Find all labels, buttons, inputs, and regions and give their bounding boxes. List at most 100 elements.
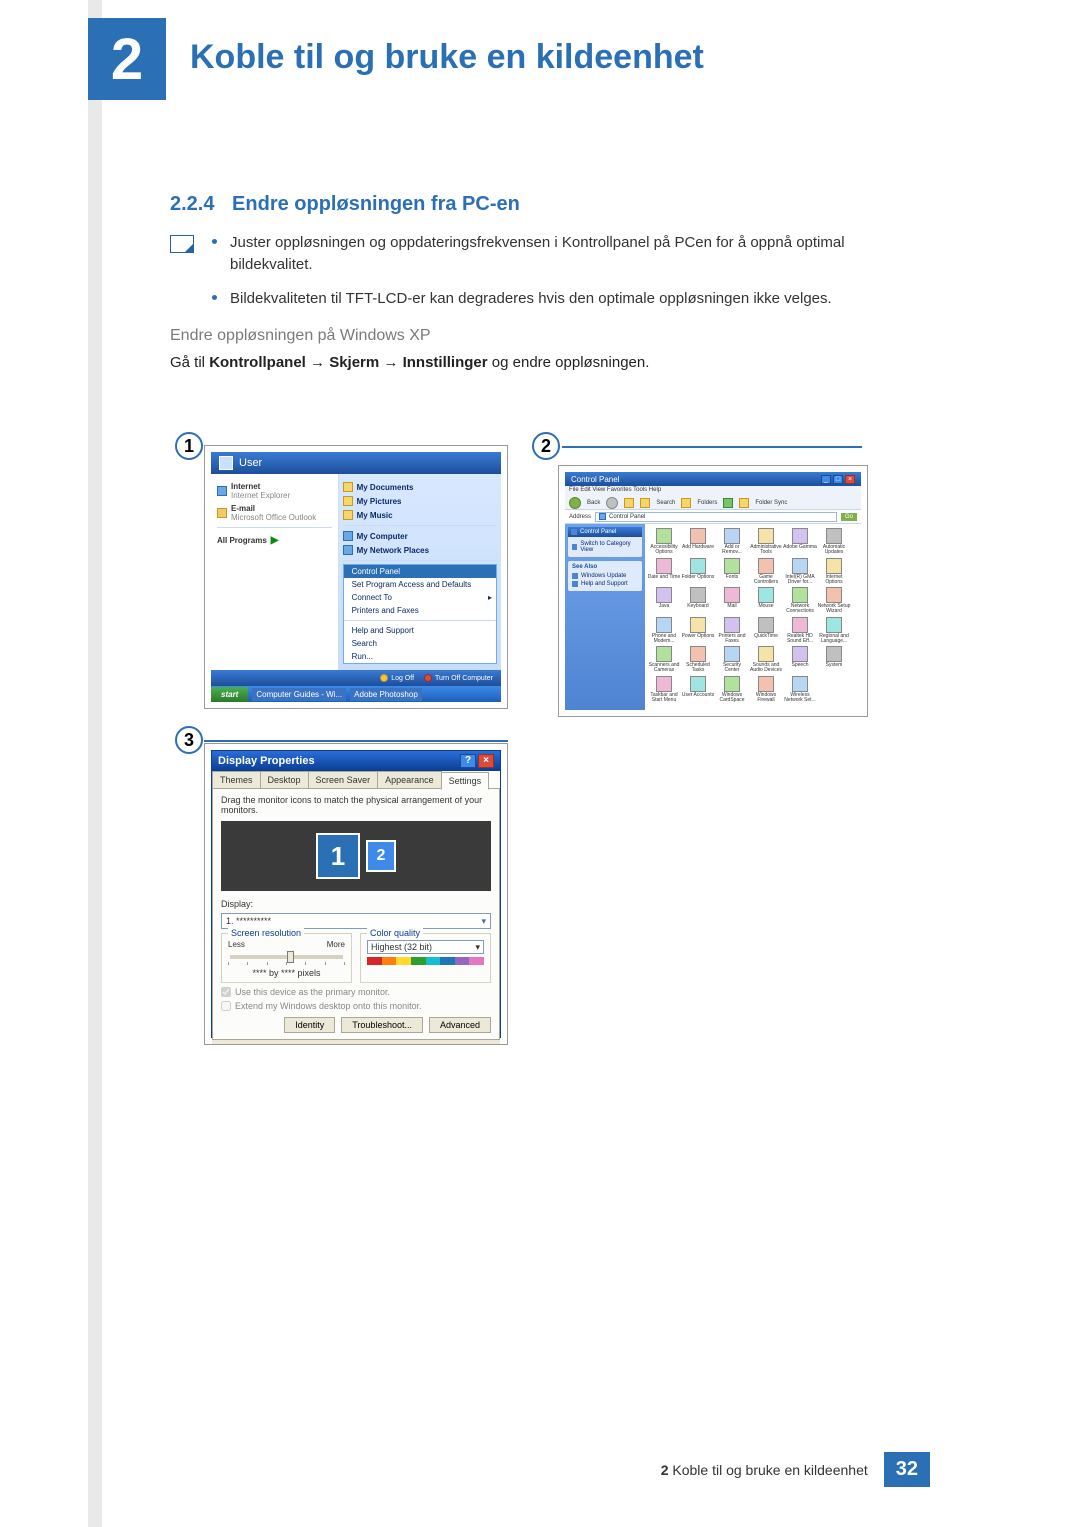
- startmenu-email[interactable]: E-mail Microsoft Office Outlook: [217, 502, 332, 524]
- controlpanel-item[interactable]: Windows Firewall: [749, 676, 783, 704]
- controlpanel-item[interactable]: Fonts: [715, 558, 749, 586]
- controlpanel-item[interactable]: Network Connections: [783, 587, 817, 615]
- turnoff-button[interactable]: Turn Off Computer: [424, 674, 493, 682]
- logoff-button[interactable]: Log Off: [380, 674, 414, 682]
- troubleshoot-button[interactable]: Troubleshoot...: [341, 1017, 423, 1033]
- submenu-search[interactable]: Search: [344, 637, 496, 650]
- submenu-help[interactable]: Help and Support: [344, 624, 496, 637]
- sync-icon[interactable]: [739, 498, 749, 508]
- address-field[interactable]: Control Panel: [595, 512, 837, 522]
- controlpanel-item[interactable]: Speech: [783, 646, 817, 674]
- views-icon[interactable]: [723, 498, 733, 508]
- my-pictures[interactable]: My Pictures: [343, 494, 497, 508]
- my-network-places[interactable]: My Network Places: [343, 543, 497, 557]
- controlpanel-item[interactable]: QuickTime: [749, 617, 783, 645]
- windows-update-link[interactable]: Windows Update: [572, 572, 638, 580]
- color-quality-select[interactable]: Highest (32 bit) ▾: [367, 940, 484, 954]
- controlpanel-item[interactable]: Add or Remov...: [715, 528, 749, 556]
- controlpanel-item[interactable]: Add Hardware: [681, 528, 715, 556]
- tab-appearance[interactable]: Appearance: [377, 771, 442, 789]
- my-music[interactable]: My Music: [343, 508, 497, 522]
- controlpanel-item[interactable]: Windows CardSpace: [715, 676, 749, 704]
- display-select[interactable]: 1. ********** ▾: [221, 913, 491, 929]
- applet-icon: [724, 558, 740, 574]
- all-programs[interactable]: All Programs ▶: [217, 531, 332, 548]
- my-computer[interactable]: My Computer: [343, 529, 497, 543]
- up-icon[interactable]: [624, 498, 634, 508]
- startmenu-internet[interactable]: Internet Internet Explorer: [217, 480, 332, 502]
- controlpanel-item[interactable]: Power Options: [681, 617, 715, 645]
- submenu-set-program[interactable]: Set Program Access and Defaults: [344, 578, 496, 591]
- tab-themes[interactable]: Themes: [212, 771, 261, 789]
- controlpanel-item[interactable]: Regional and Language...: [817, 617, 851, 645]
- submenu-control-panel[interactable]: Control Panel: [344, 565, 496, 578]
- email-label: E-mail: [231, 504, 255, 513]
- controlpanel-item[interactable]: System: [817, 646, 851, 674]
- mail-icon: [217, 508, 227, 518]
- switch-view-link[interactable]: Switch to Category View: [572, 540, 638, 554]
- start-button[interactable]: start: [211, 687, 248, 702]
- close-button[interactable]: ×: [478, 754, 494, 768]
- taskbar-item[interactable]: Computer Guides - Wi...: [252, 688, 346, 701]
- controlpanel-item[interactable]: Phone and Modem...: [647, 617, 681, 645]
- back-button[interactable]: [569, 497, 581, 509]
- minimize-button[interactable]: _: [821, 475, 831, 484]
- forward-button[interactable]: [606, 497, 618, 509]
- controlpanel-item[interactable]: Mouse: [749, 587, 783, 615]
- controlpanel-item[interactable]: Accessibility Options: [647, 528, 681, 556]
- tab-desktop[interactable]: Desktop: [260, 771, 309, 789]
- controlpanel-item[interactable]: Mail: [715, 587, 749, 615]
- go-button[interactable]: Go: [841, 513, 857, 521]
- controlpanel-item[interactable]: Sounds and Audio Devices: [749, 646, 783, 674]
- controlpanel-item[interactable]: Printers and Faxes: [715, 617, 749, 645]
- help-button[interactable]: ?: [460, 754, 476, 768]
- controlpanel-item[interactable]: Game Controllers: [749, 558, 783, 586]
- identity-button[interactable]: Identity: [284, 1017, 335, 1033]
- controlpanel-item[interactable]: Java: [647, 587, 681, 615]
- controlpanel-item[interactable]: Intel(R) GMA Driver for...: [783, 558, 817, 586]
- controlpanel-item[interactable]: Network Setup Wizard: [817, 587, 851, 615]
- controlpanel-item[interactable]: Wireless Network Set...: [783, 676, 817, 704]
- submenu-printers[interactable]: Printers and Faxes: [344, 604, 496, 617]
- controlpanel-item[interactable]: Adobe Gamma: [783, 528, 817, 556]
- monitor-arrangement[interactable]: 1 2: [221, 821, 491, 891]
- monitor-1[interactable]: 1: [316, 833, 360, 879]
- tab-screen-saver[interactable]: Screen Saver: [308, 771, 379, 789]
- controlpanel-item[interactable]: Security Center: [715, 646, 749, 674]
- primary-monitor-checkbox[interactable]: Use this device as the primary monitor.: [221, 987, 491, 997]
- advanced-button[interactable]: Advanced: [429, 1017, 491, 1033]
- controlpanel-item[interactable]: Folder Options: [681, 558, 715, 586]
- step-connector: [204, 740, 508, 742]
- taskbar: start Computer Guides - Wi... Adobe Phot…: [211, 686, 501, 702]
- controlpanel-item[interactable]: Administrative Tools: [749, 528, 783, 556]
- controlpanel-item[interactable]: Keyboard: [681, 587, 715, 615]
- controlpanel-item[interactable]: Date and Time: [647, 558, 681, 586]
- controlpanel-item[interactable]: Internet Options: [817, 558, 851, 586]
- controlpanel-item[interactable]: User Accounts: [681, 676, 715, 704]
- controlpanel-item[interactable]: Realtek HD Sound Eff...: [783, 617, 817, 645]
- extend-desktop-checkbox[interactable]: Extend my Windows desktop onto this moni…: [221, 1001, 491, 1011]
- slider-thumb[interactable]: [287, 951, 294, 963]
- address-bar: Address Control Panel Go: [565, 510, 861, 524]
- folder-icon: [343, 496, 353, 506]
- controlpanel-item[interactable]: Scanners and Cameras: [647, 646, 681, 674]
- search-icon[interactable]: [640, 498, 650, 508]
- my-documents[interactable]: My Documents: [343, 480, 497, 494]
- menubar[interactable]: File Edit View Favorites Tools Help: [565, 486, 861, 496]
- maximize-button[interactable]: □: [833, 475, 843, 484]
- applet-label: Windows CardSpace: [715, 693, 749, 704]
- controlpanel-item[interactable]: Scheduled Tasks: [681, 646, 715, 674]
- submenu-connect-to[interactable]: Connect To▸: [344, 591, 496, 604]
- monitor-2[interactable]: 2: [366, 840, 396, 872]
- resolution-slider[interactable]: [230, 955, 343, 959]
- applet-label: System: [817, 663, 851, 668]
- help-support-link[interactable]: Help and Support: [572, 580, 638, 588]
- controlpanel-item[interactable]: Taskbar and Start Menu: [647, 676, 681, 704]
- folders-icon[interactable]: [681, 498, 691, 508]
- close-button[interactable]: ×: [845, 475, 855, 484]
- submenu-run[interactable]: Run...: [344, 650, 496, 663]
- controlpanel-item[interactable]: Automatic Updates: [817, 528, 851, 556]
- tab-settings[interactable]: Settings: [441, 772, 490, 790]
- applet-label: Power Options: [681, 634, 715, 639]
- taskbar-item[interactable]: Adobe Photoshop: [350, 688, 422, 701]
